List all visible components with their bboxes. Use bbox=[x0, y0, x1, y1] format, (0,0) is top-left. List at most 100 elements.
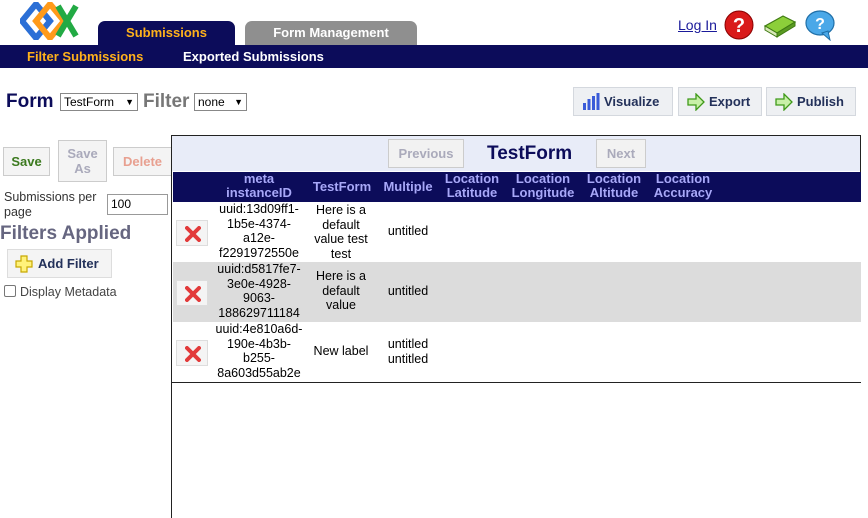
column-header-testform[interactable]: TestForm bbox=[308, 180, 376, 194]
login-link[interactable]: Log In bbox=[678, 17, 717, 33]
results-title: TestForm bbox=[487, 143, 573, 164]
filter-select-value: none bbox=[198, 95, 225, 109]
cell-multiple: untitled bbox=[378, 224, 438, 239]
arrow-right-icon bbox=[687, 93, 705, 111]
table-row: uuid:4e810a6d- 190e-4b3b- b255- 8a603d55… bbox=[173, 322, 861, 382]
dropdown-arrow-icon: ▼ bbox=[234, 97, 243, 107]
cell-line: 190e-4b3b- bbox=[227, 336, 291, 351]
cell-line: value test bbox=[314, 232, 368, 246]
delete-row-button[interactable] bbox=[176, 280, 208, 306]
cell-testform: New label bbox=[306, 344, 376, 359]
next-button[interactable]: Next bbox=[596, 139, 646, 168]
cell-line: untitled bbox=[387, 284, 429, 298]
cell-line: uuid:13d09ff1- bbox=[219, 202, 299, 216]
export-label: Export bbox=[709, 94, 751, 109]
filters-applied-heading: Filters Applied bbox=[0, 223, 132, 244]
save-button[interactable]: Save bbox=[3, 147, 50, 176]
cell-line: f2291972550e bbox=[219, 245, 299, 260]
add-filter-button[interactable]: Add Filter bbox=[7, 249, 112, 278]
save-as-label-line2: As bbox=[74, 161, 91, 176]
cell-line: default bbox=[322, 217, 360, 232]
subnav-bar: Filter Submissions Exported Submissions bbox=[0, 45, 868, 68]
cell-testform: Here is a default value test test bbox=[306, 203, 376, 261]
cell-line: 8a603d55ab2e bbox=[217, 365, 301, 380]
display-metadata-checkbox[interactable] bbox=[4, 285, 16, 297]
dropdown-arrow-icon: ▼ bbox=[125, 97, 134, 107]
tab-submissions[interactable]: Submissions bbox=[98, 21, 235, 45]
submissions-per-page-label: Submissions per page bbox=[4, 190, 97, 219]
plus-icon bbox=[15, 255, 33, 273]
table-row: uuid:13d09ff1- 1b5e-4374- a12e- f2291972… bbox=[173, 202, 861, 262]
cell-line: b255- bbox=[243, 351, 275, 365]
column-header-line: Altitude bbox=[589, 185, 639, 200]
cell-multiple: untitled bbox=[378, 284, 438, 299]
cell-line: untitled bbox=[387, 351, 429, 366]
delete-button[interactable]: Delete bbox=[113, 147, 172, 176]
subnav-filter-submissions[interactable]: Filter Submissions bbox=[27, 49, 143, 64]
cell-multiple: untitled untitled bbox=[378, 337, 438, 366]
add-filter-label: Add Filter bbox=[38, 256, 99, 271]
cell-line: untitled bbox=[387, 337, 429, 351]
close-icon bbox=[185, 226, 201, 242]
cell-line: default bbox=[322, 283, 360, 298]
column-header-location-altitude[interactable]: Location Altitude bbox=[582, 172, 646, 200]
visualize-label: Visualize bbox=[604, 94, 660, 109]
cell-line: New label bbox=[313, 344, 369, 358]
previous-button[interactable]: Previous bbox=[388, 139, 464, 168]
cell-line: test bbox=[330, 246, 352, 261]
close-icon bbox=[185, 286, 201, 302]
column-header-line: Latitude bbox=[446, 185, 498, 200]
cell-testform: Here is a default value bbox=[306, 269, 376, 313]
cell-line: 188629711184 bbox=[218, 305, 300, 320]
publish-label: Publish bbox=[797, 94, 844, 109]
display-metadata-label: Display Metadata bbox=[20, 285, 117, 299]
publish-button[interactable]: Publish bbox=[766, 87, 856, 116]
subnav-exported-submissions[interactable]: Exported Submissions bbox=[183, 49, 324, 64]
column-header-location-latitude[interactable]: Location Latitude bbox=[440, 172, 504, 200]
close-icon bbox=[185, 346, 201, 362]
column-header-line: meta bbox=[243, 171, 275, 186]
column-header-line: Location bbox=[655, 171, 711, 186]
svg-text:?: ? bbox=[815, 16, 825, 33]
odk-logo bbox=[18, 0, 80, 43]
column-header-meta-instanceid[interactable]: meta instanceID bbox=[213, 172, 305, 200]
cell-line: a12e- bbox=[243, 231, 275, 245]
help-icon[interactable]: ? bbox=[724, 10, 754, 40]
visualize-button[interactable]: Visualize bbox=[573, 87, 673, 116]
bar-chart-icon bbox=[583, 93, 600, 110]
delete-row-button[interactable] bbox=[176, 340, 208, 366]
save-as-button[interactable]: Save As bbox=[58, 140, 107, 182]
column-header-multiple[interactable]: Multiple bbox=[380, 180, 436, 194]
filter-select[interactable]: none ▼ bbox=[194, 93, 247, 111]
svg-text:?: ? bbox=[733, 15, 745, 37]
tab-form-management[interactable]: Form Management bbox=[245, 21, 417, 45]
form-select[interactable]: TestForm ▼ bbox=[60, 93, 138, 111]
column-header-line: Longitude bbox=[511, 185, 575, 200]
filter-label: Filter bbox=[143, 91, 190, 112]
column-header-location-longitude[interactable]: Location Longitude bbox=[508, 172, 578, 200]
column-header-location-accuracy[interactable]: Location Accuracy bbox=[650, 172, 716, 200]
cell-line: 9063- bbox=[243, 291, 275, 305]
delete-row-button[interactable] bbox=[176, 220, 208, 246]
cell-line: 3e0e-4928- bbox=[227, 276, 291, 291]
cell-instance-id: uuid:13d09ff1- 1b5e-4374- a12e- f2291972… bbox=[213, 202, 305, 260]
cell-line: uuid:d5817fe7- bbox=[217, 262, 301, 276]
cell-instance-id: uuid:d5817fe7- 3e0e-4928- 9063- 18862971… bbox=[213, 262, 305, 320]
cell-line: value bbox=[326, 298, 356, 312]
cell-line: uuid:4e810a6d- bbox=[215, 322, 303, 336]
save-as-label-line1: Save bbox=[67, 146, 98, 161]
column-header-line: instanceID bbox=[226, 185, 292, 200]
cell-line: Here is a bbox=[315, 269, 367, 283]
cell-line: Here is a bbox=[315, 203, 367, 217]
form-select-value: TestForm bbox=[64, 95, 115, 109]
submissions-per-page-input[interactable]: 100 bbox=[107, 194, 168, 215]
column-header-line: Location bbox=[444, 171, 500, 186]
export-button[interactable]: Export bbox=[678, 87, 762, 116]
column-header-line: Location bbox=[515, 171, 571, 186]
cell-line: untitled bbox=[387, 224, 429, 238]
book-icon[interactable] bbox=[763, 12, 797, 38]
arrow-right-icon bbox=[775, 93, 793, 111]
cell-line: 1b5e-4374- bbox=[227, 216, 291, 231]
form-label: Form bbox=[6, 91, 54, 112]
chat-bubble-icon[interactable]: ? bbox=[804, 9, 836, 42]
